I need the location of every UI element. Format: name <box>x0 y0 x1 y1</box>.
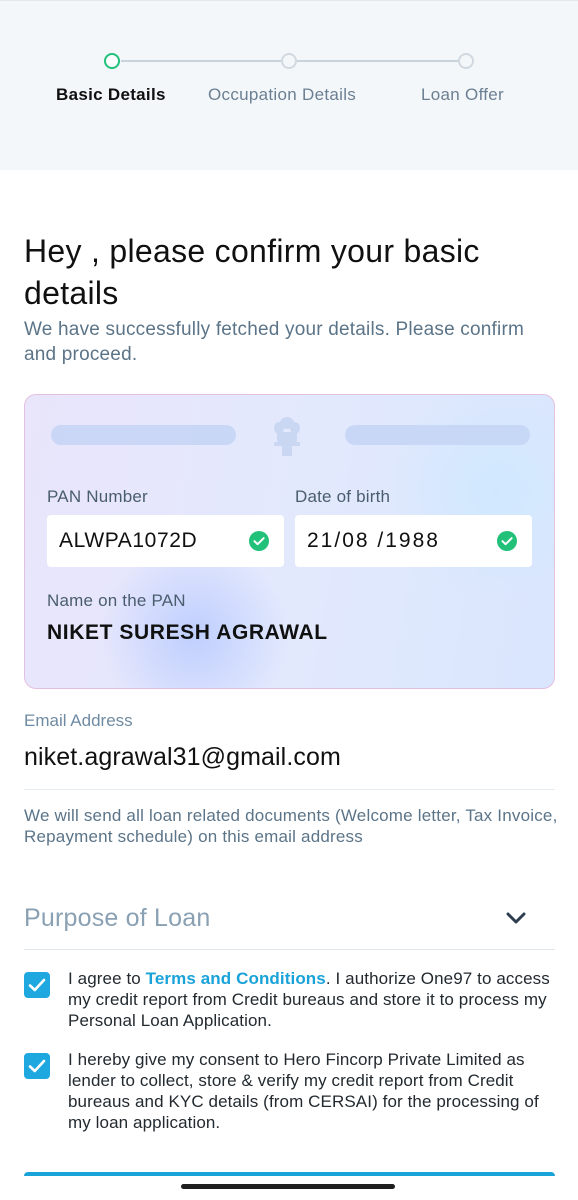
step-indicator-basic-details <box>104 53 120 69</box>
purpose-of-loan-placeholder: Purpose of Loan <box>24 904 211 932</box>
national-emblem-icon <box>274 417 300 456</box>
email-input[interactable]: niket.agrawal31@gmail.com <box>24 743 341 772</box>
consent-credit-report-text: I hereby give my consent to Hero Fincorp… <box>68 1050 539 1132</box>
consent-terms-checkbox[interactable] <box>24 972 50 998</box>
name-on-pan-value: NIKET SURESH AGRAWAL <box>47 621 328 644</box>
page-subtitle: We have successfully fetched your detail… <box>24 319 525 365</box>
consent-terms-prefix: I agree to <box>68 969 146 988</box>
step-connector <box>121 60 281 62</box>
email-label: Email Address <box>24 711 133 730</box>
checkmark-icon <box>28 1059 46 1073</box>
dob-field[interactable]: 21/08 /1988 <box>295 515 532 567</box>
pan-details-card: PAN Number Date of birth ALWPA1072D 21/0… <box>24 394 555 689</box>
page-title: Hey , please confirm your basic details <box>24 233 480 311</box>
chevron-down-icon[interactable] <box>505 910 527 926</box>
checkmark-icon <box>28 978 46 992</box>
step-label-basic-details: Basic Details <box>56 85 166 104</box>
dob-label: Date of birth <box>295 487 391 506</box>
pan-number-field[interactable]: ALWPA1072D <box>47 515 284 567</box>
step-label-loan-offer: Loan Offer <box>421 85 505 104</box>
dob-value: 21/08 /1988 <box>307 529 440 552</box>
pan-number-label: PAN Number <box>47 487 148 506</box>
card-decoration <box>345 425 530 445</box>
step-indicator-occupation-details <box>281 53 297 69</box>
step-connector <box>297 60 459 62</box>
email-underline <box>24 789 555 790</box>
proceed-button[interactable] <box>24 1172 555 1176</box>
consent-credit-report: I hereby give my consent to Hero Fincorp… <box>24 1049 559 1135</box>
verified-check-icon <box>249 531 269 551</box>
pan-number-value: ALWPA1072D <box>59 529 198 552</box>
purpose-of-loan-dropdown[interactable]: Purpose of Loan <box>24 898 555 950</box>
verified-check-icon <box>497 531 517 551</box>
email-helper-text: We will send all loan related documents … <box>24 806 558 846</box>
step-label-occupation-details: Occupation Details <box>208 85 357 104</box>
card-decoration <box>51 425 236 445</box>
progress-stepper: Basic Details Occupation Details Loan Of… <box>0 0 578 170</box>
consent-terms: I agree to Terms and Conditions. I autho… <box>24 968 559 1034</box>
consent-credit-report-checkbox[interactable] <box>24 1053 50 1079</box>
home-indicator[interactable] <box>181 1184 395 1189</box>
consent-terms-text: I agree to Terms and Conditions. I autho… <box>68 968 558 1031</box>
step-indicator-loan-offer <box>458 53 474 69</box>
terms-and-conditions-link[interactable]: Terms and Conditions <box>146 969 326 988</box>
name-on-pan-label: Name on the PAN <box>47 591 186 610</box>
